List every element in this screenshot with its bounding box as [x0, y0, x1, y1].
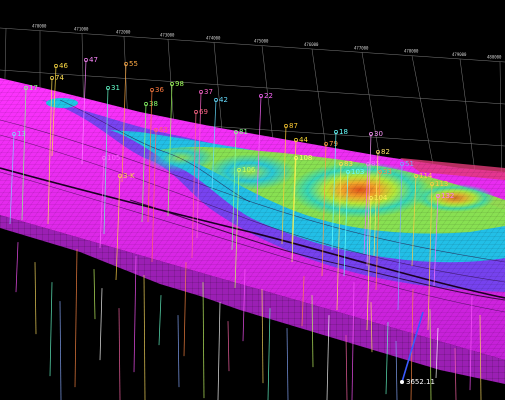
well-label: 79	[329, 140, 338, 148]
well-label: 17	[29, 84, 38, 92]
well-label: 83	[344, 160, 353, 168]
axis-tick-label: 480000	[487, 54, 502, 59]
axis-tick-label: 477000	[354, 45, 369, 50]
well-label: 37	[204, 88, 213, 96]
well-label: 36	[155, 86, 164, 94]
well-label: 63	[159, 126, 168, 134]
well-label: 106	[242, 166, 256, 174]
well-label: 103	[351, 168, 364, 176]
well-label: 55	[129, 60, 138, 68]
well-label: 44	[299, 136, 308, 144]
axis-tick-label: 474000	[206, 35, 221, 40]
axis-tick-label: 473000	[160, 32, 175, 37]
well-label: 46	[59, 62, 68, 70]
axis-tick-label: 470000	[32, 24, 47, 29]
well-label: 18	[339, 128, 348, 136]
axis-tick-labels: 470000 471000 472000 473000 474000 475000 4760…	[32, 24, 502, 60]
well-label: 74	[55, 74, 64, 82]
well-label: 108	[299, 154, 312, 162]
well-label: 82	[381, 148, 390, 156]
selected-well-marker[interactable]	[400, 380, 404, 384]
axis-tick-label: 475000	[254, 39, 269, 44]
reservoir-scene[interactable]: 470000 471000 472000 473000 474000 475000 4760…	[0, 0, 505, 400]
well-label: 33	[383, 168, 392, 176]
well-label: 69	[199, 108, 208, 116]
axis-tick-label: 471000	[74, 27, 89, 32]
depth-readout: 3652.11	[406, 378, 435, 386]
well-label: 87	[289, 122, 298, 130]
well-label: 114	[419, 172, 433, 180]
3d-reservoir-viewport[interactable]: 470000 471000 472000 473000 474000 475000 4760…	[0, 0, 505, 400]
well-label: 81	[239, 128, 248, 136]
well-label: 104	[374, 194, 388, 202]
well-label: 30	[374, 130, 383, 138]
well-label: 98	[175, 80, 184, 88]
well-label: 132	[441, 192, 454, 200]
well-label: 85	[371, 160, 380, 168]
well-label: 31	[111, 84, 120, 92]
well-label: 22	[264, 92, 273, 100]
axis-tick-label: 476000	[304, 42, 319, 47]
well-label: 51	[405, 160, 414, 168]
axis-tick-label: 472000	[116, 29, 131, 34]
axis-tick-label: 478000	[404, 49, 419, 54]
well-label: 42	[219, 96, 228, 104]
well-label: 3-K	[123, 172, 135, 180]
grid-top-edge	[0, 27, 505, 63]
well-label: 38	[149, 100, 158, 108]
well-label: 113	[435, 180, 448, 188]
axis-tick-label: 479000	[452, 52, 467, 57]
well-label: 105	[107, 154, 120, 162]
well-label: 47	[89, 56, 98, 64]
